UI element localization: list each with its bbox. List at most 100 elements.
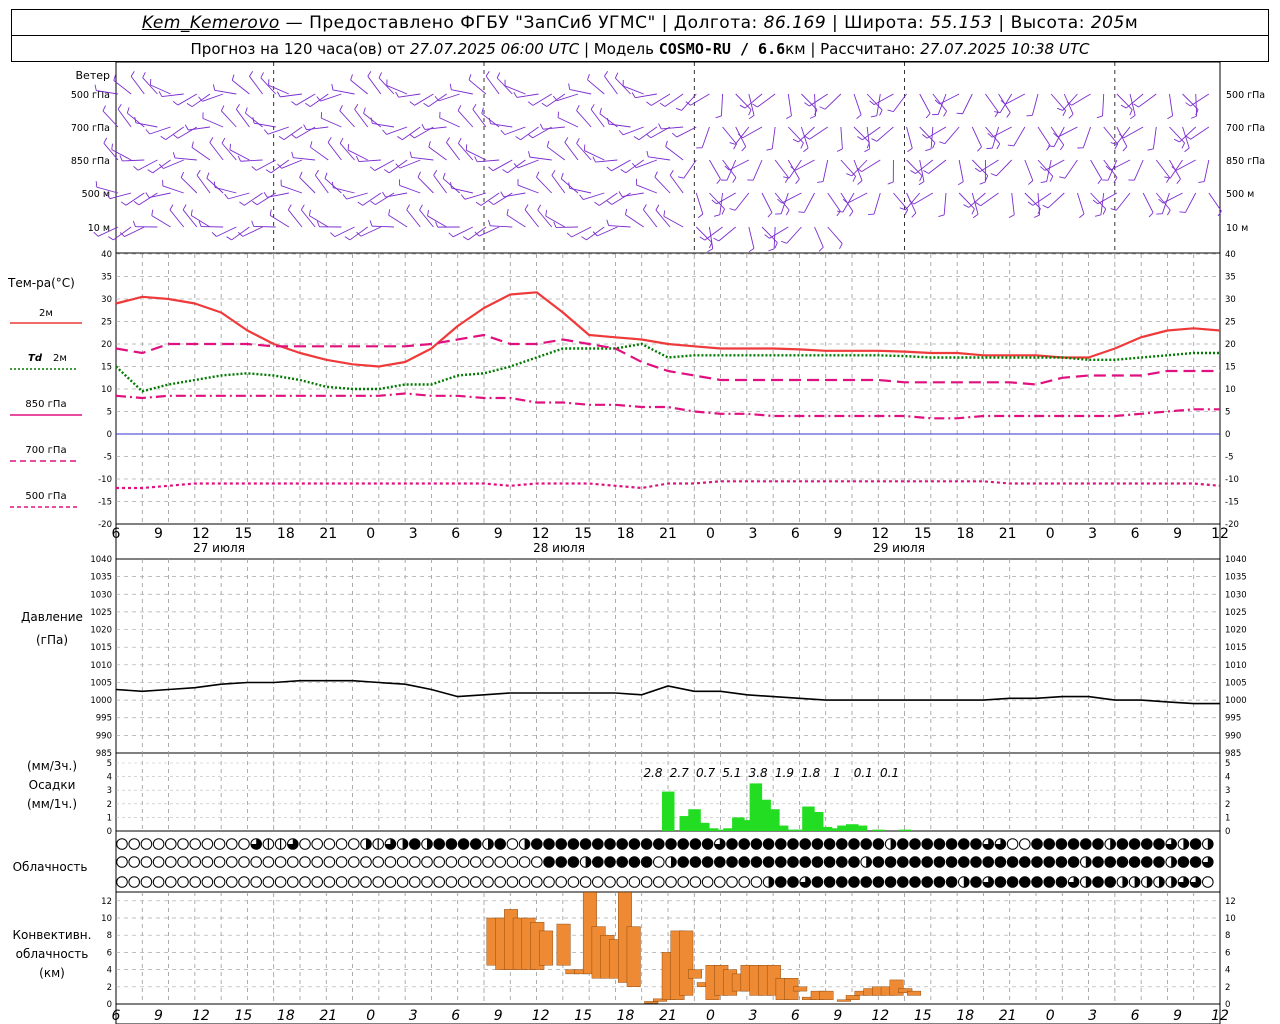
- x-tick-bottom: 9: [494, 1008, 503, 1024]
- wind-barb-flag: [1129, 115, 1136, 120]
- precip-tick-right: 3: [1225, 786, 1230, 796]
- wind-barb-flag: [331, 84, 334, 91]
- cloud-mark: [427, 838, 433, 850]
- cloud-circle: [1092, 876, 1104, 888]
- date-label: 28 июля: [533, 541, 585, 555]
- wind-barb-flag: [117, 103, 122, 110]
- wind-barb-flag: [836, 210, 844, 213]
- wind-barb-staff: [1032, 192, 1052, 206]
- wind-barb-flag: [260, 72, 264, 78]
- wind-barb-flag: [633, 136, 640, 141]
- cloud-circle: [250, 856, 263, 868]
- x-tick-bottom: 3: [1088, 1008, 1097, 1024]
- pres-tick-left: 1020: [90, 626, 112, 636]
- wind-barb-flag: [715, 115, 722, 119]
- x-tick-temp: 12: [871, 526, 889, 542]
- temp-tick-right: 15: [1225, 363, 1236, 373]
- wind-barb-staff: [1011, 192, 1015, 215]
- temp-tick-left: 0: [107, 430, 112, 440]
- wind-barb-staff: [1161, 192, 1170, 214]
- wind-barb-flag: [1185, 102, 1191, 107]
- wind-barb-staff: [490, 225, 513, 228]
- wind-barb-flag: [224, 193, 229, 200]
- x-tick-temp: 15: [914, 526, 932, 542]
- cloud-circle: [421, 876, 433, 888]
- temp-tick-left: 5: [107, 408, 112, 418]
- temp-tick-right: 25: [1225, 318, 1236, 328]
- wind-barb-staff: [1123, 126, 1144, 139]
- cloud-circle: [982, 856, 995, 868]
- wind-barb-staff: [188, 126, 211, 131]
- wind-barb-staff: [283, 126, 303, 141]
- cloud-mark: [488, 838, 494, 850]
- cloud-mark: [1183, 838, 1189, 850]
- wind-barb-staff: [769, 226, 789, 239]
- legend-swatches: [10, 322, 82, 508]
- x-tick-temp: 0: [706, 526, 715, 542]
- wind-barb-flag: [786, 115, 792, 120]
- wind-barb-flag: [733, 143, 737, 150]
- precip-label: Осадки: [29, 778, 76, 792]
- cloud-circle: [848, 856, 860, 868]
- cloud-circle: [860, 838, 873, 850]
- wind-barb-staff: [374, 159, 395, 171]
- wind-barb-flag: [785, 209, 790, 216]
- cloud-circle: [848, 838, 860, 850]
- wind-barb-flag: [252, 200, 258, 206]
- wind-barb-staff: [242, 226, 263, 237]
- pres-tick-left: 990: [96, 731, 112, 741]
- cloud-circle: [433, 856, 446, 868]
- cloud-mark: [890, 838, 896, 850]
- wind-barb-flag: [977, 146, 982, 152]
- wind-barb-flag: [527, 101, 534, 106]
- wind-barb-flag: [369, 220, 373, 227]
- cloud-mark: [1085, 876, 1092, 888]
- wind-barb-flag: [344, 236, 351, 241]
- wind-barb-staff: [306, 126, 329, 131]
- wind-barb-flag: [1179, 211, 1186, 213]
- wind-barb-staff: [372, 122, 395, 128]
- wind-barb-flag: [669, 169, 674, 176]
- wind-barb-staff: [281, 159, 303, 169]
- conv-label-2: облачность: [16, 947, 89, 961]
- wind-barb-flag: [804, 102, 810, 107]
- wind-barb-flag: [488, 117, 491, 124]
- wind-barb-staff: [485, 76, 500, 95]
- wind-barb-staff: [709, 159, 721, 180]
- wind-barb-staff: [280, 93, 303, 98]
- temp-tick-right: 0: [1225, 430, 1230, 440]
- wind-barb-flag: [355, 155, 360, 162]
- cloud-circle: [933, 876, 946, 888]
- wind-barb-flag: [604, 70, 609, 77]
- wind-barb-staff: [546, 146, 566, 161]
- cloud-circle: [1153, 856, 1165, 868]
- wind-barb-staff: [968, 192, 986, 208]
- wind-barb-staff: [524, 209, 539, 228]
- cloud-circle: [409, 876, 421, 888]
- wind-label: Ветер: [76, 69, 110, 82]
- wind-barb-staff: [827, 226, 843, 244]
- wind-barb-flag: [180, 171, 185, 178]
- cloud-circle: [384, 876, 397, 888]
- cloud-circle: [665, 838, 677, 850]
- conv-bar: [539, 930, 554, 966]
- wind-barb-flag: [291, 134, 297, 139]
- wind-barb-staff: [417, 176, 434, 194]
- cloud-circle: [189, 856, 201, 868]
- cloud-circle: [897, 876, 909, 888]
- wind-barb-flag: [1062, 110, 1067, 117]
- wind-barb-staff: [803, 192, 815, 213]
- wind-barb-staff: [464, 192, 487, 200]
- wind-barb-flag: [655, 204, 660, 211]
- cloud-circle: [701, 838, 714, 850]
- wind-barb-flag: [134, 116, 137, 123]
- cloud-circle: [335, 856, 348, 868]
- x-tick-temp: 21: [999, 526, 1017, 542]
- wind-barb-flag: [819, 106, 826, 110]
- legend-700: 700 гПа: [25, 445, 66, 456]
- x-tick-bottom: 6: [1131, 1008, 1140, 1024]
- wind-barb-flag: [367, 70, 372, 77]
- cloud-circle: [201, 876, 214, 888]
- wind-barb-flag: [716, 178, 721, 184]
- wind-barb-flag: [713, 214, 720, 217]
